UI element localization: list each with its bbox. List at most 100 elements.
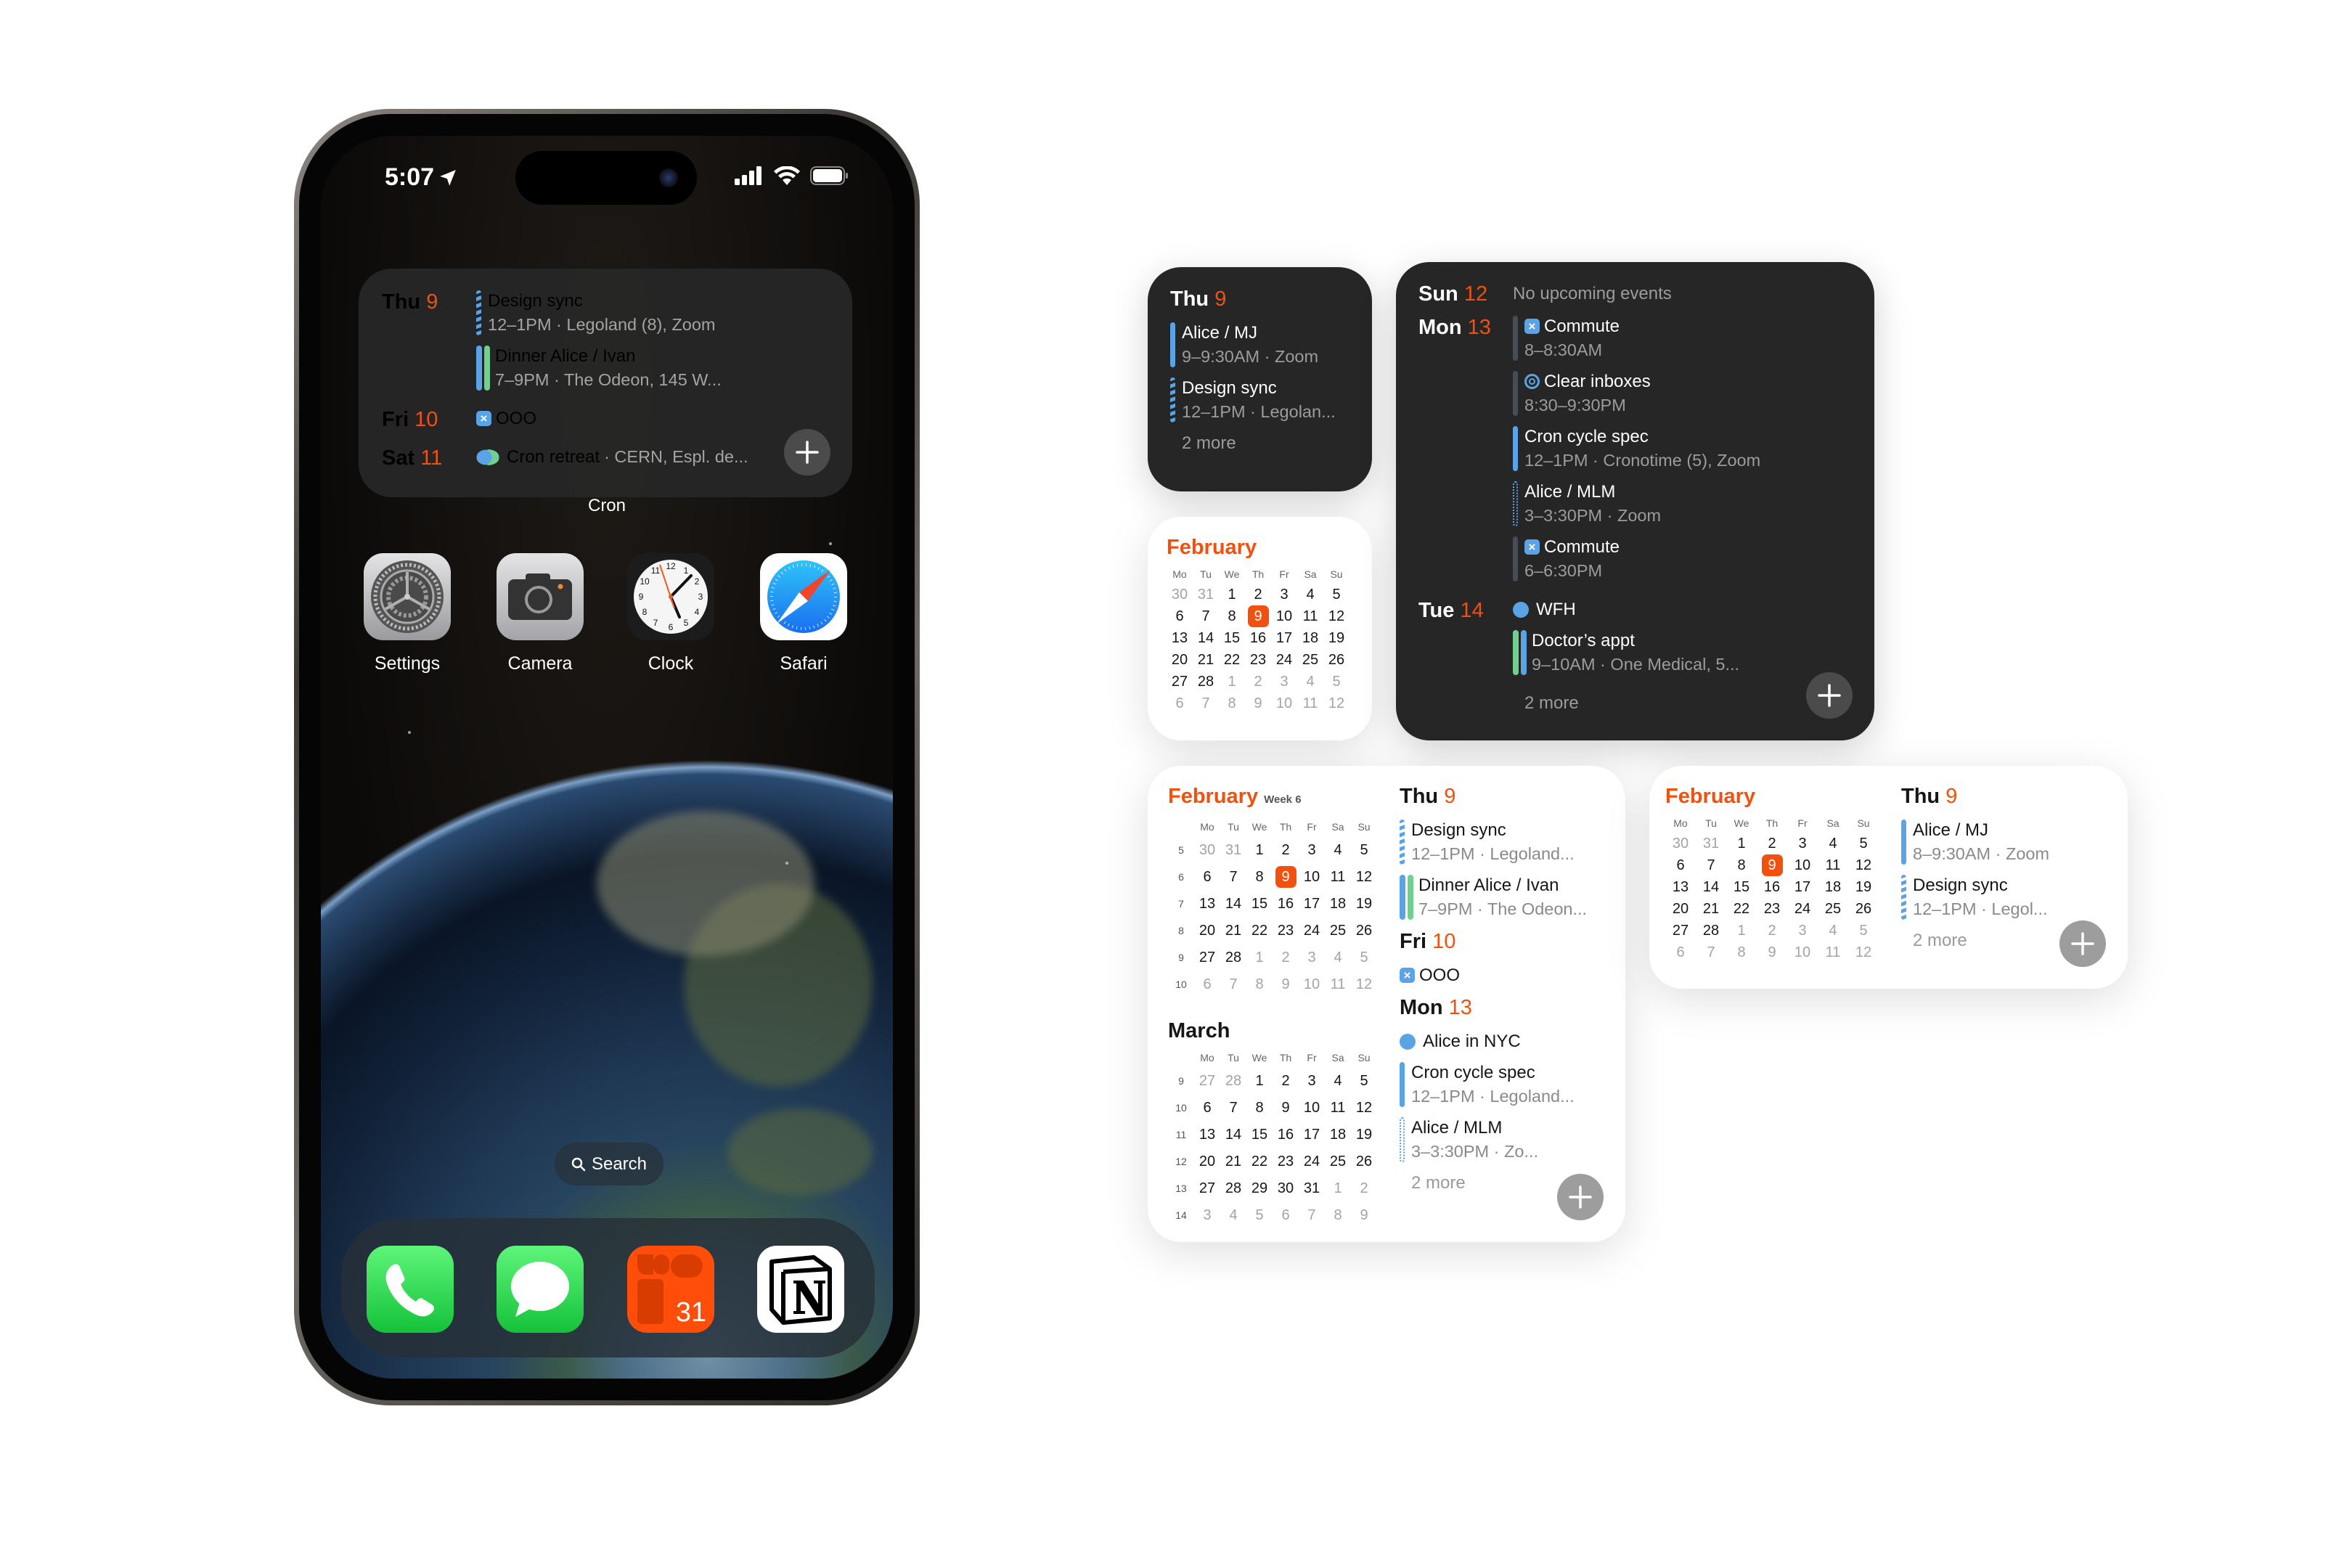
calendar-day[interactable]: 16 bbox=[1245, 627, 1271, 649]
calendar-day[interactable]: 12 bbox=[1323, 693, 1349, 714]
app-settings[interactable]: Settings bbox=[364, 553, 451, 674]
calendar-day[interactable]: 4 bbox=[1297, 584, 1323, 605]
spotlight-search-button[interactable]: Search bbox=[555, 1143, 663, 1185]
calendar-day[interactable]: 30 bbox=[1273, 1175, 1299, 1201]
calendar-day[interactable]: 1 bbox=[1325, 1175, 1351, 1201]
calendar-day[interactable]: 11 bbox=[1325, 1094, 1351, 1121]
calendar-day[interactable]: 7 bbox=[1696, 854, 1726, 876]
calendar-day[interactable]: 21 bbox=[1696, 898, 1726, 920]
event-item[interactable]: Design sync 12–1PM · Legol... bbox=[1901, 873, 2113, 921]
calendar-day[interactable]: 11 bbox=[1818, 942, 1848, 963]
calendar-day[interactable]: 12 bbox=[1323, 605, 1349, 627]
calendar-day[interactable]: 3 bbox=[1787, 833, 1818, 854]
calendar-day[interactable]: 25 bbox=[1325, 1148, 1351, 1175]
calendar-day[interactable]: 17 bbox=[1299, 890, 1325, 917]
event-item[interactable]: Design sync 12–1PM · Legoland (8), Zoom bbox=[476, 289, 830, 337]
more-events-link[interactable]: 2 more bbox=[1513, 691, 1853, 715]
event-item[interactable]: Doctor’s appt 9–10AM · One Medical, 5... bbox=[1513, 629, 1853, 677]
calendar-day[interactable]: 28 bbox=[1220, 1067, 1246, 1094]
event-item[interactable]: Clear inboxes 8:30–9:30PM bbox=[1513, 369, 1853, 417]
calendar-day[interactable]: 2 bbox=[1757, 920, 1787, 942]
dock-app-cron[interactable]: 31 bbox=[627, 1246, 714, 1333]
calendar-day[interactable]: 10 bbox=[1271, 605, 1297, 627]
calendar-day[interactable]: 27 bbox=[1665, 920, 1696, 942]
calendar-day[interactable]: 4 bbox=[1325, 836, 1351, 863]
calendar-day[interactable]: 9 bbox=[1273, 971, 1299, 997]
calendar-day[interactable]: 6 bbox=[1665, 854, 1696, 876]
widget-large-agenda-dark[interactable]: Sun 12 No upcoming events Mon 13 × Commute 8–… bbox=[1396, 262, 1874, 740]
calendar-day[interactable]: 23 bbox=[1273, 917, 1299, 944]
calendar-day[interactable]: 7 bbox=[1193, 605, 1219, 627]
calendar-day[interactable]: 7 bbox=[1220, 863, 1246, 890]
calendar-day[interactable]: 26 bbox=[1351, 917, 1377, 944]
calendar-day[interactable]: 18 bbox=[1818, 876, 1848, 898]
calendar-day[interactable]: 27 bbox=[1194, 1175, 1220, 1201]
calendar-day[interactable]: 30 bbox=[1167, 584, 1193, 605]
event-item[interactable]: Alice in NYC bbox=[1400, 1029, 1611, 1053]
calendar-day[interactable]: 9 bbox=[1273, 1094, 1299, 1121]
calendar-day[interactable]: 4 bbox=[1220, 1201, 1246, 1228]
calendar-day[interactable]: 4 bbox=[1818, 920, 1848, 942]
calendar-day[interactable]: 14 bbox=[1193, 627, 1219, 649]
calendar-day[interactable]: 6 bbox=[1273, 1201, 1299, 1228]
calendar-day[interactable]: 22 bbox=[1246, 1148, 1273, 1175]
calendar-day[interactable]: 7 bbox=[1220, 971, 1246, 997]
calendar-day[interactable]: 31 bbox=[1220, 836, 1246, 863]
calendar-day[interactable]: 26 bbox=[1351, 1148, 1377, 1175]
event-item[interactable]: Design sync 12–1PM · Legolan... bbox=[1170, 376, 1362, 424]
dock-app-notion[interactable] bbox=[757, 1246, 844, 1333]
calendar-day[interactable]: 21 bbox=[1220, 917, 1246, 944]
calendar-day[interactable]: 6 bbox=[1167, 693, 1193, 714]
calendar-day[interactable]: 1 bbox=[1246, 1067, 1273, 1094]
calendar-day[interactable]: 5 bbox=[1848, 920, 1879, 942]
calendar-day[interactable]: 25 bbox=[1818, 898, 1848, 920]
calendar-day[interactable]: 10 bbox=[1271, 693, 1297, 714]
calendar-day[interactable]: 20 bbox=[1665, 898, 1696, 920]
calendar-day[interactable]: 14 bbox=[1220, 1121, 1246, 1148]
calendar-day[interactable]: 27 bbox=[1194, 944, 1220, 971]
today-date[interactable]: 9 bbox=[1245, 605, 1271, 627]
calendar-day[interactable]: 21 bbox=[1220, 1148, 1246, 1175]
calendar-day[interactable]: 10 bbox=[1299, 971, 1325, 997]
calendar-day[interactable]: 13 bbox=[1194, 1121, 1220, 1148]
calendar-day[interactable]: 6 bbox=[1167, 605, 1193, 627]
add-event-button[interactable] bbox=[2059, 920, 2106, 967]
calendar-day[interactable]: 10 bbox=[1787, 854, 1818, 876]
calendar-day[interactable]: 7 bbox=[1696, 942, 1726, 963]
calendar-day[interactable]: 14 bbox=[1696, 876, 1726, 898]
calendar-day[interactable]: 18 bbox=[1325, 890, 1351, 917]
calendar-day[interactable]: 23 bbox=[1757, 898, 1787, 920]
calendar-day[interactable]: 20 bbox=[1194, 917, 1220, 944]
widget-small-agenda-dark[interactable]: Thu 9 Alice / MJ 9–9:30AM · Zoom Design syn… bbox=[1148, 267, 1372, 491]
widget-medium-calendar-agenda-light[interactable]: February Mo Tu We Th Fr Sa Su 30 31 1 2 3 4 5 6 7 8 9 10 11 1… bbox=[1649, 766, 2128, 989]
event-item[interactable]: Cron cycle spec 12–1PM · Legoland... bbox=[1400, 1061, 1611, 1108]
calendar-day[interactable]: 2 bbox=[1757, 833, 1787, 854]
add-event-button[interactable] bbox=[1806, 672, 1853, 719]
calendar-day[interactable]: 22 bbox=[1246, 917, 1273, 944]
calendar-day[interactable]: 18 bbox=[1297, 627, 1323, 649]
calendar-day[interactable]: 8 bbox=[1246, 971, 1273, 997]
add-event-button[interactable] bbox=[784, 429, 830, 475]
calendar-day[interactable]: 25 bbox=[1297, 649, 1323, 671]
calendar-day[interactable]: 8 bbox=[1726, 854, 1757, 876]
calendar-day[interactable]: 23 bbox=[1273, 1148, 1299, 1175]
calendar-day[interactable]: 5 bbox=[1323, 671, 1349, 693]
calendar-day[interactable]: 9 bbox=[1351, 1201, 1377, 1228]
calendar-day[interactable]: 29 bbox=[1246, 1175, 1273, 1201]
event-item[interactable]: × OOO bbox=[1400, 963, 1611, 987]
calendar-day[interactable]: 12 bbox=[1351, 863, 1377, 890]
widget-large-calendar-agenda-light[interactable]: February Week 6 Mo Tu We Th Fr Sa Su 5 30 31 1 2 3 4 5 6 6… bbox=[1148, 766, 1625, 1242]
calendar-day[interactable]: 19 bbox=[1351, 1121, 1377, 1148]
event-item[interactable]: Alice / MLM 3–3:30PM · Zoom bbox=[1513, 480, 1853, 528]
calendar-day[interactable]: 24 bbox=[1271, 649, 1297, 671]
calendar-day[interactable]: 2 bbox=[1273, 944, 1299, 971]
calendar-day[interactable]: 18 bbox=[1325, 1121, 1351, 1148]
calendar-day[interactable]: 5 bbox=[1351, 1067, 1377, 1094]
calendar-day[interactable]: 28 bbox=[1220, 1175, 1246, 1201]
calendar-day[interactable]: 15 bbox=[1726, 876, 1757, 898]
event-item[interactable]: Dinner Alice / Ivan 7–9PM · The Odeon... bbox=[1400, 873, 1611, 921]
calendar-day[interactable]: 21 bbox=[1193, 649, 1219, 671]
calendar-day[interactable]: 16 bbox=[1273, 1121, 1299, 1148]
calendar-day[interactable]: 12 bbox=[1848, 854, 1879, 876]
widget-small-calendar-light[interactable]: February Mo Tu We Th Fr Sa Su 30 31 1 2 3 4 5 6 7 8 9 10 11 1… bbox=[1148, 517, 1372, 740]
